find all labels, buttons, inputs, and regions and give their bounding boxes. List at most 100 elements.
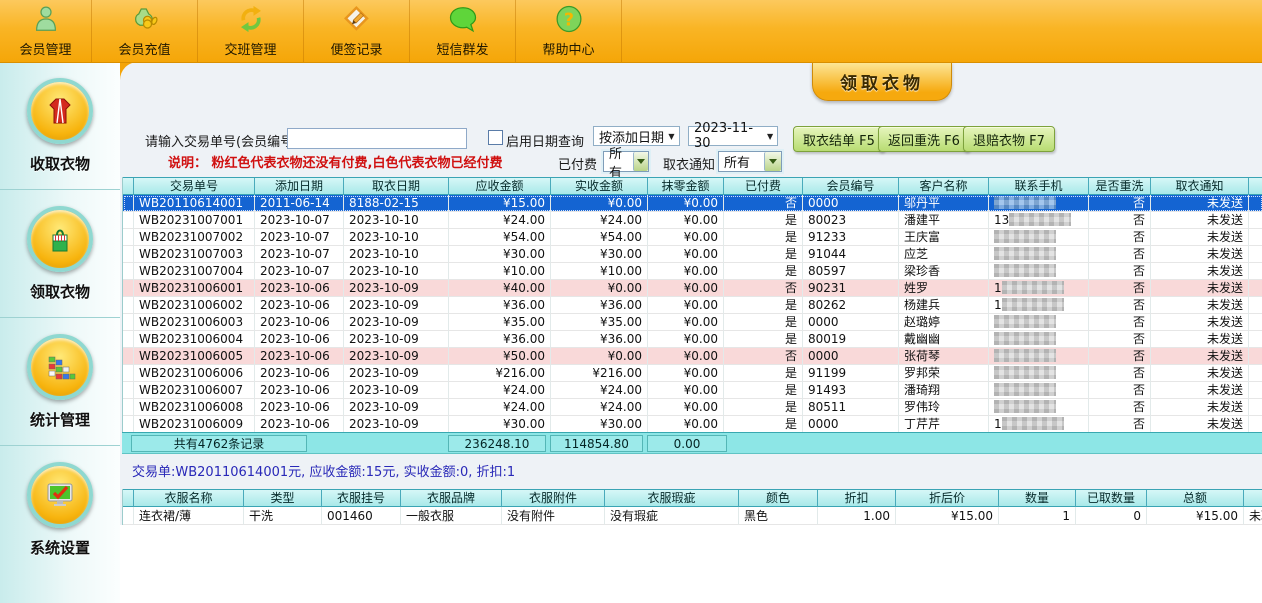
row-gutter: [123, 263, 134, 280]
table-row[interactable]: 连衣裙/薄干洗001460一般衣服没有附件没有瑕疵黑色1.00¥15.0010¥…: [123, 507, 1262, 525]
table-cell: 梁珍香: [899, 263, 989, 280]
toolbar-item-member-management[interactable]: 会员管理: [0, 0, 92, 62]
statistics-blocks-icon: [27, 334, 93, 400]
toolbar-spacer: [622, 0, 1262, 62]
sidebar-item-receive-clothes[interactable]: 收取衣物: [0, 62, 120, 190]
table-cell: 否: [1089, 348, 1151, 365]
toolbar-item-label: 短信群发: [436, 39, 488, 58]
refund-clothes-button[interactable]: 退赔衣物 F7: [963, 126, 1055, 152]
column-header[interactable]: 折扣: [818, 490, 896, 507]
table-cell: ¥30.00: [551, 416, 648, 433]
sidebar-item-statistics[interactable]: 统计管理: [0, 318, 120, 446]
table-cell: 否: [724, 195, 803, 212]
table-row[interactable]: WB202310070032023-10-072023-10-10¥30.00¥…: [123, 246, 1262, 263]
table-cell: 2023-10-10: [344, 263, 449, 280]
table-cell: 连衣裙/薄: [134, 507, 244, 525]
column-header[interactable]: [123, 178, 134, 195]
date-query-label: 启用日期查询: [506, 131, 584, 150]
table-cell: 80019: [803, 331, 899, 348]
column-header[interactable]: 类型: [244, 490, 322, 507]
transaction-detail-note: 交易单:WB20110614001元, 应收金额:15元, 实收金额:0, 折扣…: [132, 461, 515, 480]
date-value-dropdown[interactable]: 2023-11-30 ▼: [688, 126, 778, 146]
table-cell: 2023-10-07: [255, 212, 344, 229]
table-cell: ¥0.00: [648, 246, 724, 263]
table-cell: WB20231006004: [134, 331, 255, 348]
column-header[interactable]: 交易单号: [134, 178, 255, 195]
column-header[interactable]: 是否重洗: [1089, 178, 1151, 195]
sidebar-item-collect-clothes[interactable]: 领取衣物: [0, 190, 120, 318]
column-header[interactable]: 颜色: [739, 490, 818, 507]
toolbar-item-help-center[interactable]: ? 帮助中心: [516, 0, 622, 62]
table-row[interactable]: WB202310070022023-10-072023-10-10¥54.00¥…: [123, 229, 1262, 246]
search-input[interactable]: [287, 128, 467, 149]
left-sidebar: 收取衣物 领取衣物 统计管理 系统设置: [0, 62, 120, 603]
date-type-dropdown[interactable]: 按添加日期 ▼: [593, 126, 680, 146]
column-header[interactable]: 衣服名称: [134, 490, 244, 507]
table-row[interactable]: WB202310060062023-10-062023-10-09¥216.00…: [123, 365, 1262, 382]
column-header[interactable]: 抹零金额: [648, 178, 724, 195]
column-header[interactable]: 已取数量: [1076, 490, 1147, 507]
table-row[interactable]: WB202310070012023-10-072023-10-10¥24.00¥…: [123, 212, 1262, 229]
column-header[interactable]: 折后价: [896, 490, 999, 507]
date-query-checkbox[interactable]: [488, 130, 503, 145]
rounded-total: 0.00: [647, 435, 727, 452]
chevron-down-icon: [764, 152, 781, 171]
column-header[interactable]: 应收金额: [449, 178, 551, 195]
column-header[interactable]: 添加日期: [255, 178, 344, 195]
column-header[interactable]: 已付费: [724, 178, 803, 195]
rewash-button[interactable]: 返回重洗 F6: [878, 126, 970, 152]
masked-phone: [994, 349, 1056, 362]
table-row[interactable]: WB202310060092023-10-062023-10-09¥30.00¥…: [123, 416, 1262, 433]
column-header[interactable]: 联系手机: [989, 178, 1089, 195]
toolbar-item-note-records[interactable]: 便签记录: [304, 0, 410, 62]
row-tail: [1249, 348, 1262, 365]
column-header[interactable]: 会员编号: [803, 178, 899, 195]
toolbar-item-shift-management[interactable]: 交班管理: [198, 0, 304, 62]
table-cell: 潘琦翔: [899, 382, 989, 399]
table-cell: 0000: [803, 416, 899, 433]
recharge-icon: [130, 2, 160, 36]
table-row[interactable]: WB202310060052023-10-062023-10-09¥50.00¥…: [123, 348, 1262, 365]
table-cell: ¥0.00: [648, 297, 724, 314]
column-header[interactable]: 数量: [999, 490, 1076, 507]
table-cell: 否: [1089, 246, 1151, 263]
table-cell: WB20231007003: [134, 246, 255, 263]
tab-collect-clothes[interactable]: 领取衣物: [812, 62, 952, 101]
sidebar-item-system-settings[interactable]: 系统设置: [0, 446, 120, 573]
toolbar-item-member-recharge[interactable]: 会员充值: [92, 0, 198, 62]
settle-pickup-button[interactable]: 取衣结单 F5: [793, 126, 885, 152]
table-row[interactable]: WB201106140012011-06-148188-02-15¥15.00¥…: [123, 195, 1262, 212]
column-header[interactable]: 总额: [1147, 490, 1244, 507]
table-row[interactable]: WB202310060042023-10-062023-10-09¥36.00¥…: [123, 331, 1262, 348]
table-cell: ¥10.00: [449, 263, 551, 280]
table-cell: 未发送: [1151, 280, 1249, 297]
table-row[interactable]: WB202310060082023-10-062023-10-09¥24.00¥…: [123, 399, 1262, 416]
table-row[interactable]: WB202310060012023-10-062023-10-09¥40.00¥…: [123, 280, 1262, 297]
table-cell: ¥0.00: [648, 331, 724, 348]
table-row[interactable]: WB202310060032023-10-062023-10-09¥35.00¥…: [123, 314, 1262, 331]
column-header[interactable]: 衣服附件: [502, 490, 605, 507]
column-header[interactable]: 取衣日期: [344, 178, 449, 195]
column-header[interactable]: 衣服挂号: [322, 490, 401, 507]
column-header[interactable]: [123, 490, 134, 507]
column-header[interactable]: 衣服品牌: [401, 490, 502, 507]
column-header[interactable]: [1244, 490, 1262, 507]
row-gutter: [123, 348, 134, 365]
column-header[interactable]: 取衣通知: [1151, 178, 1249, 195]
table-cell: 2023-10-07: [255, 229, 344, 246]
column-header[interactable]: 实收金额: [551, 178, 648, 195]
row-tail: [1249, 246, 1262, 263]
table-cell: 否: [1089, 365, 1151, 382]
toolbar-item-sms-broadcast[interactable]: 短信群发: [410, 0, 516, 62]
collect-clothes-icon: [27, 206, 93, 272]
table-cell: 未发送: [1151, 348, 1249, 365]
table-row[interactable]: WB202310060022023-10-062023-10-09¥36.00¥…: [123, 297, 1262, 314]
column-header[interactable]: 客户名称: [899, 178, 989, 195]
column-header[interactable]: [1249, 178, 1262, 195]
table-row[interactable]: WB202310070042023-10-072023-10-10¥10.00¥…: [123, 263, 1262, 280]
table-row[interactable]: WB202310060072023-10-062023-10-09¥24.00¥…: [123, 382, 1262, 399]
paid-filter-select[interactable]: 所有: [603, 151, 649, 172]
column-header[interactable]: 衣服瑕疵: [605, 490, 739, 507]
notify-filter-select[interactable]: 所有: [718, 151, 782, 172]
table-cell: ¥15.00: [1147, 507, 1244, 525]
